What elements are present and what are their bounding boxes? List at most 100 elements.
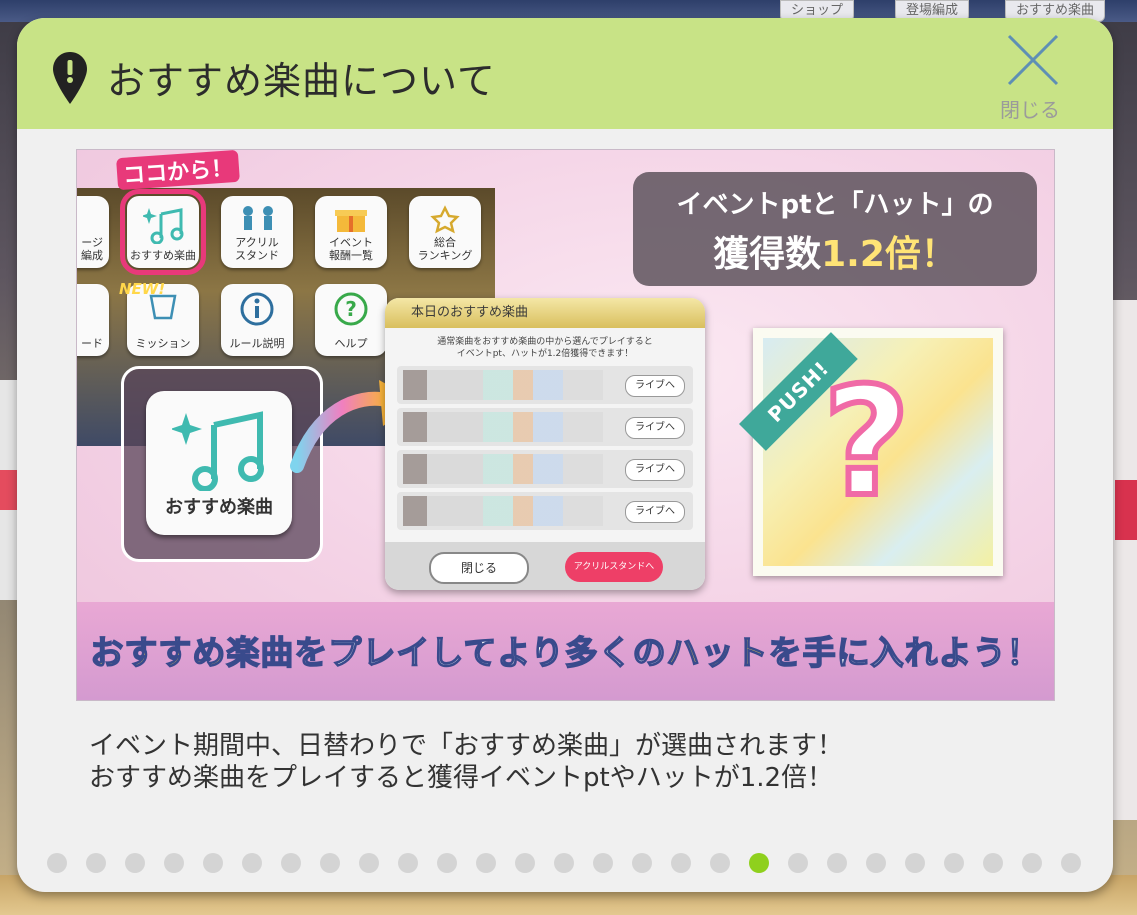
background-right-badge [1115, 480, 1137, 540]
info-icon [240, 292, 274, 326]
page-dot[interactable] [710, 853, 730, 873]
dialog-title: 本日のおすすめ楽曲 [385, 298, 705, 328]
page-dot[interactable] [359, 853, 379, 873]
menu-tile-acryl: アクリル スタンド [221, 196, 293, 268]
page-dot[interactable] [476, 853, 496, 873]
mosaic-song-info [403, 496, 603, 526]
menu-tile-label: ヘルプ [334, 337, 368, 350]
page-dot[interactable] [905, 853, 925, 873]
page-dot[interactable] [632, 853, 652, 873]
page-dot[interactable] [203, 853, 223, 873]
zoom-tile-label: おすすめ楽曲 [165, 497, 273, 518]
page-dot[interactable] [86, 853, 106, 873]
menu-tile-label: おすすめ楽曲 [130, 249, 196, 262]
close-icon [1007, 34, 1059, 86]
page-dot-active[interactable] [749, 853, 769, 873]
page-dot[interactable] [47, 853, 67, 873]
page-dot[interactable] [593, 853, 613, 873]
page-indicator [47, 853, 1087, 875]
bonus-line2-label: 獲得数 [713, 234, 822, 275]
menu-tile-help: ? ヘルプ [315, 284, 387, 356]
page-dot[interactable] [1022, 853, 1042, 873]
modal-title: おすすめ楽曲について [107, 59, 496, 103]
svg-text:?: ? [345, 297, 357, 321]
dialog-description-line1: 通常楽曲をおすすめ楽曲の中から選んでプレイすると [437, 337, 653, 347]
help-icon: ? [334, 292, 368, 326]
mosaic-song-info [403, 412, 603, 442]
bonus-line2: 獲得数1.2倍！ [633, 225, 1037, 277]
live-button: ライブへ [625, 501, 685, 523]
question-mark-icon: ? [820, 356, 913, 530]
menu-tile-label: ード [81, 337, 103, 350]
live-button: ライブへ [625, 375, 685, 397]
caption-part: を手に入れよう！ [768, 632, 1041, 673]
recommended-dialog-image: 本日のおすすめ楽曲 通常楽曲をおすすめ楽曲の中から選んでプレイすると イベントp… [385, 298, 705, 590]
menu-tile-label: ージ 編成 [81, 236, 103, 262]
mosaic-song-info [403, 454, 603, 484]
song-row: ライブへ [397, 450, 693, 488]
modal-header: おすすめ楽曲について 閉じる [17, 18, 1113, 129]
acrylic-stand-icon [243, 206, 273, 230]
close-button[interactable]: 閉じる [987, 32, 1073, 122]
menu-tile-recommended: おすすめ楽曲 [120, 189, 206, 275]
menu-tile-rules: ルール説明 [221, 284, 293, 356]
caption-part: をプレイしてより多くの [294, 632, 667, 673]
page-dot[interactable] [944, 853, 964, 873]
bonus-line1: イベントptと「ハット」の [676, 190, 994, 220]
gift-icon [335, 210, 367, 232]
page-dot[interactable] [281, 853, 301, 873]
page-dot[interactable] [242, 853, 262, 873]
page-dot[interactable] [515, 853, 535, 873]
page-dot[interactable] [437, 853, 457, 873]
page-dot[interactable] [554, 853, 574, 873]
live-button: ライブへ [625, 459, 685, 481]
mosaic-song-info [403, 370, 603, 400]
description-line1: イベント期間中、日替わりで「おすすめ楽曲」が選曲されます！ [89, 731, 844, 761]
bonus-multiplier: 1.2倍！ [821, 234, 957, 275]
mystery-song-card: ? PUSH! [739, 328, 1003, 576]
menu-tile-label: ルール説明 [229, 337, 285, 350]
new-tag: NEW! [119, 280, 166, 298]
page-dot[interactable] [827, 853, 847, 873]
dialog-close-button: 閉じる [429, 552, 529, 584]
page-dot[interactable] [866, 853, 886, 873]
dialog-description: 通常楽曲をおすすめ楽曲の中から選んでプレイすると イベントpt、ハットが1.2倍… [395, 336, 695, 360]
tutorial-illustration: ージ 編成 おすすめ楽曲 アクリル スタンド イベント 報酬一覧 総合 ランキン… [76, 149, 1055, 701]
menu-tile-label: ミッション [135, 337, 191, 350]
music-note-icon [143, 208, 184, 244]
dialog-acryl-button: アクリルスタンドへ [565, 552, 663, 582]
close-label: 閉じる [1000, 98, 1060, 122]
song-row: ライブへ [397, 366, 693, 404]
menu-tile-label: アクリル スタンド [235, 236, 279, 262]
banner-caption: おすすめ楽曲をプレイしてより多くのハットを手に入れよう！ [77, 626, 1054, 674]
background-left-badge [0, 470, 18, 510]
banner-caption-strip: おすすめ楽曲をプレイしてより多くのハットを手に入れよう！ [77, 602, 1054, 700]
map-pin-icon [53, 52, 87, 104]
page-dot[interactable] [788, 853, 808, 873]
page-dot[interactable] [983, 853, 1003, 873]
page-dot[interactable] [125, 853, 145, 873]
description-line2: おすすめ楽曲をプレイすると獲得イベントptやハットが1.2倍！ [89, 763, 834, 793]
dialog-description-line2: イベントpt、ハットが1.2倍獲得できます！ [456, 349, 634, 359]
menu-tile-rewards: イベント 報酬一覧 [315, 196, 387, 268]
page-dot[interactable] [671, 853, 691, 873]
song-row: ライブへ [397, 408, 693, 446]
menu-tile-ranking: 総合 ランキング [409, 196, 481, 268]
menu-tile-formation: ージ 編成 [77, 196, 109, 268]
page-dot[interactable] [164, 853, 184, 873]
song-row: ライブへ [397, 492, 693, 530]
bonus-callout: イベントptと「ハット」の 獲得数1.2倍！ [633, 172, 1037, 286]
menu-tile-label: 総合 ランキング [417, 236, 473, 262]
laurel-star-icon [430, 205, 460, 234]
start-here-label: ココから！ [116, 150, 240, 191]
menu-tile-label: イベント 報酬一覧 [329, 236, 373, 262]
zoom-tile-recommended: おすすめ楽曲 [146, 391, 292, 535]
page-dot[interactable] [320, 853, 340, 873]
page-dot[interactable] [398, 853, 418, 873]
music-note-icon [172, 411, 264, 491]
menu-tile-card: ード [77, 284, 109, 356]
page-dot[interactable] [1061, 853, 1081, 873]
dialog-footer: 閉じる アクリルスタンドへ [385, 542, 705, 590]
info-modal: おすすめ楽曲について 閉じる ージ 編成 おすすめ楽曲 アクリル スタンド イベ… [17, 18, 1113, 892]
caption-part: ハット [666, 632, 769, 673]
